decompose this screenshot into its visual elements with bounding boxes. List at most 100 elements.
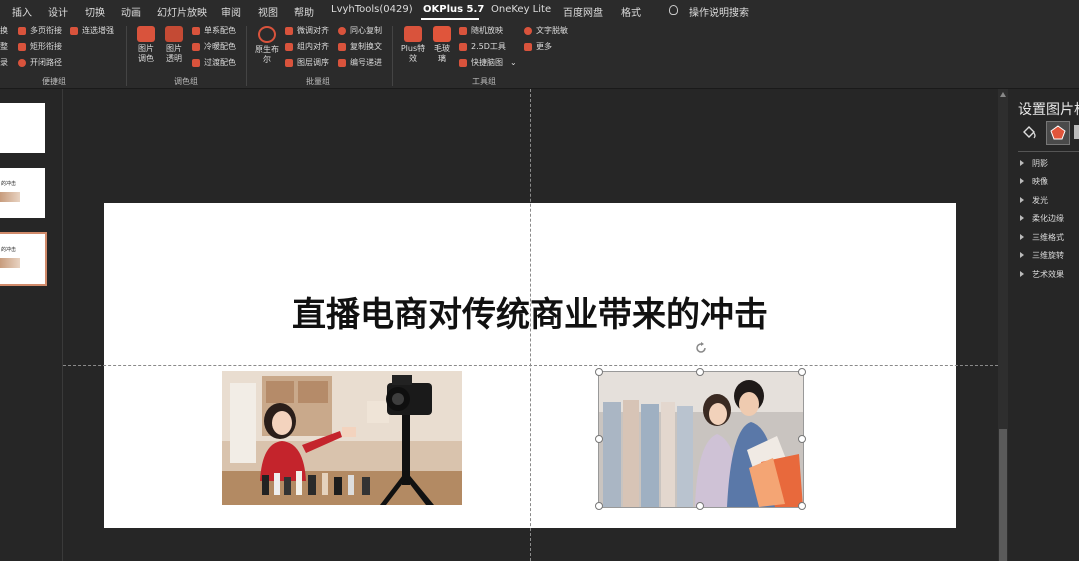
horizontal-guide[interactable]	[63, 365, 998, 366]
tab-slideshow[interactable]: 幻灯片放映	[157, 4, 207, 19]
ribbon: 换 整 录 多页衔接 矩形衔接 开闭路径 连选增强 便捷组 图片 调色 图片 透…	[0, 22, 1079, 89]
section-shadow[interactable]: 阴影	[1020, 158, 1048, 169]
resize-handle[interactable]	[696, 368, 704, 376]
2-5d-tool-button[interactable]: 2.5D工具	[471, 42, 506, 52]
frosted-glass-button[interactable]: 毛玻 璃	[430, 26, 454, 64]
vertical-guide[interactable]	[530, 89, 531, 561]
ribbon-tabs: 插入 设计 切换 动画 幻灯片放映 审阅 视图 帮助 LvyhTools(042…	[0, 0, 1079, 22]
thumbnail-title: 的冲击	[1, 247, 17, 253]
resize-handle[interactable]	[696, 502, 704, 510]
concentric-copy-button[interactable]: 同心复制	[350, 26, 382, 36]
resize-handle[interactable]	[798, 502, 806, 510]
number-increment-button[interactable]: 编号递进	[350, 58, 382, 68]
random-show-icon	[459, 27, 467, 35]
ribbon-item-zheng[interactable]: 整	[0, 42, 8, 52]
rotate-handle-icon[interactable]	[694, 341, 708, 355]
group-align-button[interactable]: 组内对齐	[297, 42, 329, 52]
more-icon	[524, 43, 532, 51]
layer-order-icon	[285, 59, 293, 67]
format-picture-pane: 设置图片格 阴影 映像 发光 柔化边缘 三维格式 三维旋转 艺术效果	[1008, 89, 1079, 561]
resize-handle[interactable]	[798, 435, 806, 443]
multi-page-link-icon	[18, 27, 26, 35]
section-reflection[interactable]: 映像	[1020, 176, 1048, 187]
image-color-label: 图片 调色	[138, 44, 154, 63]
tab-insert[interactable]: 插入	[12, 4, 32, 19]
multi-page-link-button[interactable]: 多页衔接	[30, 26, 62, 36]
number-increment-icon	[338, 59, 346, 67]
tab-help[interactable]: 帮助	[294, 4, 314, 19]
section-label: 三维旋转	[1032, 251, 1064, 260]
open-close-path-icon	[18, 59, 26, 67]
group-label-color: 调色组	[174, 77, 198, 86]
tab-review[interactable]: 审阅	[221, 4, 241, 19]
section-soft-edges[interactable]: 柔化边缘	[1020, 213, 1064, 224]
vertical-scrollbar[interactable]	[998, 89, 1008, 561]
mind-map-dropdown-icon[interactable]: ⌄	[510, 58, 517, 68]
section-label: 阴影	[1032, 159, 1048, 168]
text-desensitize-button[interactable]: 文字脱敏	[536, 26, 568, 36]
section-artistic-effects[interactable]: 艺术效果	[1020, 269, 1064, 280]
resize-handle[interactable]	[595, 502, 603, 510]
image-color-button[interactable]: 图片 调色	[135, 26, 157, 64]
tab-design[interactable]: 设计	[48, 4, 68, 19]
scroll-up-icon[interactable]	[1000, 92, 1006, 97]
section-3d-format[interactable]: 三维格式	[1020, 232, 1064, 243]
tab-animations[interactable]: 动画	[121, 4, 141, 19]
tab-transitions[interactable]: 切换	[85, 4, 105, 19]
scroll-thumb[interactable]	[999, 429, 1007, 561]
warm-cool-button[interactable]: 冷暖配色	[204, 42, 236, 52]
section-label: 艺术效果	[1032, 270, 1064, 279]
tab-onekey[interactable]: OneKey Lite	[491, 4, 551, 15]
mind-map-button[interactable]: 快捷脑图	[471, 58, 503, 68]
resize-handle[interactable]	[798, 368, 806, 376]
multi-select-icon	[70, 27, 78, 35]
layer-order-button[interactable]: 图层调序	[297, 58, 329, 68]
section-glow[interactable]: 发光	[1020, 195, 1048, 206]
group-label-tools: 工具组	[472, 77, 496, 86]
tell-me-search[interactable]: 操作说明搜索	[689, 4, 749, 19]
group-align-icon	[285, 43, 293, 51]
effects-tab[interactable]	[1046, 121, 1070, 145]
image-transparent-icon	[165, 26, 183, 42]
thumbnail-image	[0, 258, 20, 268]
pane-title: 设置图片格	[1018, 102, 1079, 118]
tab-lvyhtools[interactable]: LvyhTools(0429)	[331, 4, 413, 15]
tab-okplus[interactable]: OKPlus 5.7	[423, 4, 484, 15]
lightbulb-icon	[669, 5, 678, 15]
more-button[interactable]: 更多	[536, 42, 552, 52]
resize-handle[interactable]	[595, 435, 603, 443]
open-close-path-button[interactable]: 开闭路径	[30, 58, 62, 68]
rect-link-button[interactable]: 矩形衔接	[30, 42, 62, 52]
resize-handle[interactable]	[595, 368, 603, 376]
section-label: 映像	[1032, 177, 1048, 186]
multi-select-enhance-button[interactable]: 连选增强	[82, 26, 114, 36]
tab-view[interactable]: 视图	[258, 4, 278, 19]
boolean-button[interactable]: 原生布 尔	[252, 26, 282, 65]
shopping-photo[interactable]	[598, 371, 804, 508]
fill-line-icon[interactable]	[1020, 123, 1038, 141]
copy-replace-text-button[interactable]: 复制换文	[350, 42, 382, 52]
layout-properties-icon[interactable]	[1074, 125, 1079, 139]
slide-thumbnail[interactable]: 的冲击	[0, 168, 45, 218]
ribbon-item-huan[interactable]: 换	[0, 26, 8, 36]
random-show-button[interactable]: 随机放映	[471, 26, 503, 36]
text-desensitize-icon	[524, 27, 532, 35]
group-label-convenience: 便捷组	[42, 77, 66, 86]
transition-color-button[interactable]: 过渡配色	[204, 58, 236, 68]
thumbnail-image	[0, 192, 20, 202]
fine-align-button[interactable]: 微调对齐	[297, 26, 329, 36]
tab-baidu[interactable]: 百度网盘	[563, 4, 603, 19]
mono-color-button[interactable]: 单系配色	[204, 26, 236, 36]
fine-align-icon	[285, 27, 293, 35]
ribbon-item-lu[interactable]: 录	[0, 58, 8, 68]
slide-thumbnail-selected[interactable]: 的冲击	[0, 232, 47, 286]
slide-canvas[interactable]: 直播电商对传统商业带来的冲击	[63, 89, 998, 561]
livestream-photo[interactable]	[222, 371, 462, 505]
group-divider	[126, 26, 127, 86]
slide-thumbnail[interactable]	[0, 103, 45, 153]
section-3d-rotation[interactable]: 三维旋转	[1020, 250, 1064, 261]
tab-format[interactable]: 格式	[621, 4, 641, 19]
plus-effects-button[interactable]: Plus特 效	[398, 26, 428, 64]
plus-effects-icon	[404, 26, 422, 42]
image-transparent-button[interactable]: 图片 透明	[163, 26, 185, 64]
